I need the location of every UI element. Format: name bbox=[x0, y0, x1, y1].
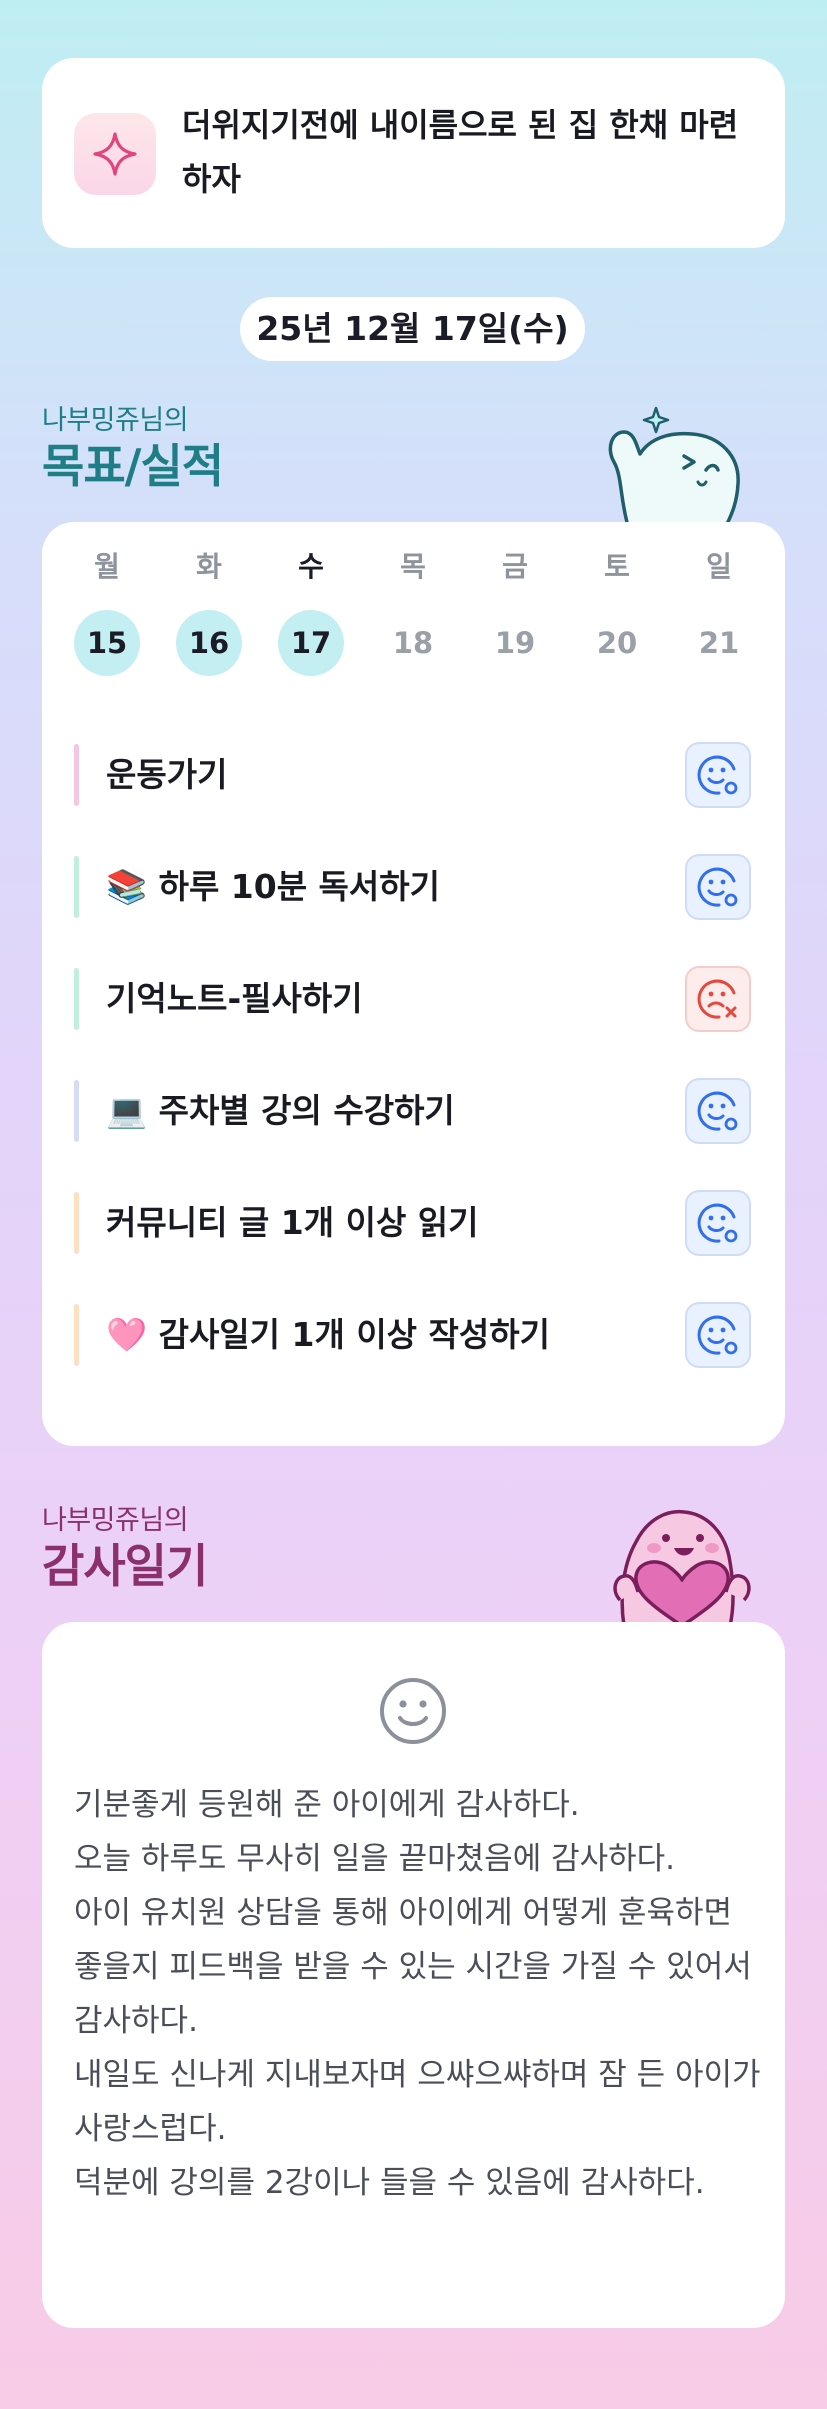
task-color-bar bbox=[74, 1192, 79, 1254]
task-status-button[interactable] bbox=[685, 854, 751, 920]
task-color-bar bbox=[74, 1080, 79, 1142]
task-item[interactable]: 운동가기 bbox=[42, 742, 785, 808]
task-item[interactable]: 📚 하루 10분 독서하기 bbox=[42, 854, 785, 920]
task-item[interactable]: 🩷 감사일기 1개 이상 작성하기 bbox=[42, 1302, 785, 1368]
day-sun[interactable]: 일 21 bbox=[686, 544, 752, 676]
smile-check-icon bbox=[697, 867, 738, 907]
task-status-button[interactable] bbox=[685, 1078, 751, 1144]
day-number: 20 bbox=[596, 626, 638, 660]
task-status-button[interactable] bbox=[685, 742, 751, 808]
goal-text: 더위지기전에 내이름으로 된 집 한채 마련하자 bbox=[182, 106, 739, 198]
day-name: 금 bbox=[502, 550, 528, 583]
date-label[interactable]: 25년 12월 17일(수) bbox=[240, 297, 585, 361]
day-sat[interactable]: 토 20 bbox=[584, 544, 650, 676]
smile-check-icon bbox=[697, 1203, 738, 1243]
task-label: 🩷 감사일기 1개 이상 작성하기 bbox=[106, 1315, 550, 1354]
task-label: 커뮤니티 글 1개 이상 읽기 bbox=[106, 1203, 479, 1242]
day-number: 19 bbox=[494, 626, 536, 660]
day-number: 21 bbox=[698, 626, 740, 660]
day-wed[interactable]: 수 17 bbox=[278, 544, 344, 676]
gratitude-diary-text: 기분좋게 등원해 준 아이에게 감사하다. 오늘 하루도 무사히 일을 끝마쳤음… bbox=[74, 1787, 761, 2201]
diary-section-title: 감사일기 bbox=[42, 1539, 208, 1593]
day-name: 월 bbox=[94, 550, 120, 583]
smile-check-icon bbox=[697, 755, 738, 795]
sad-x-icon bbox=[697, 979, 737, 1019]
day-name: 목 bbox=[400, 550, 426, 583]
smile-check-icon bbox=[697, 1315, 738, 1355]
task-label: 📚 하루 10분 독서하기 bbox=[106, 867, 440, 906]
day-name: 일 bbox=[706, 550, 732, 583]
day-number: 17 bbox=[278, 610, 344, 676]
day-fri[interactable]: 금 19 bbox=[482, 544, 548, 676]
task-color-bar bbox=[74, 856, 79, 918]
task-color-bar bbox=[74, 1304, 79, 1366]
day-number: 16 bbox=[176, 610, 242, 676]
task-status-button[interactable] bbox=[685, 1190, 751, 1256]
goals-card: 월 15 화 16 수 17 목 18 금 19 토 20 일 21 운동가기 bbox=[42, 522, 785, 1446]
day-name: 수 bbox=[298, 550, 324, 583]
goal-icon-badge bbox=[74, 113, 156, 195]
day-tue[interactable]: 화 16 bbox=[176, 544, 242, 676]
goal-card: 더위지기전에 내이름으로 된 집 한채 마련하자 bbox=[42, 58, 785, 248]
day-number: 15 bbox=[74, 610, 140, 676]
task-status-button[interactable] bbox=[685, 966, 751, 1032]
task-item[interactable]: 기억노트-필사하기 bbox=[42, 966, 785, 1032]
day-mon[interactable]: 월 15 bbox=[74, 544, 140, 676]
task-label: 💻 주차별 강의 수강하기 bbox=[106, 1091, 455, 1130]
task-item[interactable]: 💻 주차별 강의 수강하기 bbox=[42, 1078, 785, 1144]
smile-face-icon bbox=[380, 1678, 446, 1744]
day-name: 화 bbox=[196, 550, 222, 583]
waving-bear-mascot bbox=[608, 406, 740, 526]
goals-section-title: 목표/실적 bbox=[42, 439, 224, 493]
task-color-bar bbox=[74, 744, 79, 806]
task-color-bar bbox=[74, 968, 79, 1030]
day-number: 18 bbox=[392, 626, 434, 660]
task-item[interactable]: 커뮤니티 글 1개 이상 읽기 bbox=[42, 1190, 785, 1256]
day-name: 토 bbox=[604, 550, 630, 583]
day-thu[interactable]: 목 18 bbox=[380, 544, 446, 676]
heart-bear-mascot bbox=[613, 1509, 751, 1626]
smile-check-icon bbox=[697, 1091, 738, 1131]
gratitude-diary-card: 기분좋게 등원해 준 아이에게 감사하다. 오늘 하루도 무사히 일을 끝마쳤음… bbox=[42, 1622, 785, 2328]
task-label: 운동가기 bbox=[106, 755, 228, 794]
sparkle-icon bbox=[93, 132, 137, 176]
task-label: 기억노트-필사하기 bbox=[106, 979, 363, 1018]
task-status-button[interactable] bbox=[685, 1302, 751, 1368]
